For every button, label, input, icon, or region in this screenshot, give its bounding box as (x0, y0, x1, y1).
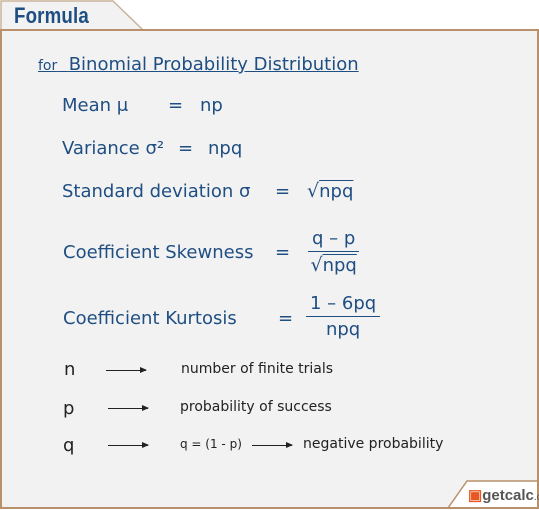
kurtosis-fraction: 1 – 6pq npq (306, 293, 381, 340)
skewness-eq: = (275, 242, 291, 263)
mean-label: Mean μ (62, 95, 129, 116)
variance-label: Variance σ² (62, 138, 165, 159)
getcalc-logo: ▣getcalc.com (468, 487, 539, 504)
kurtosis-numerator: 1 – 6pq (306, 293, 381, 317)
legend-symbol-n: n (64, 359, 76, 380)
skewness-label: Coefficient Skewness (63, 242, 254, 263)
header-title: Formula (14, 3, 89, 28)
legend-symbol-p: p (63, 398, 75, 419)
variance-eq: = (178, 138, 194, 159)
sd-eq: = (275, 181, 291, 202)
root-icon: √ (307, 180, 320, 202)
skewness-radicand: npq (322, 255, 357, 276)
sd-label: Standard deviation σ (62, 181, 251, 202)
mean-rhs: np (200, 95, 223, 116)
variance-rhs: npq (208, 138, 243, 159)
kurtosis-denominator: npq (325, 319, 361, 340)
skewness-fraction: q – p √npq (308, 228, 360, 276)
arrow-right-icon (252, 442, 293, 448)
sd-radicand: npq (319, 181, 354, 202)
arrow-right-icon (108, 442, 149, 448)
subtitle-prefix: for (38, 58, 58, 74)
subtitle: for Binomial Probability Distribution (38, 54, 359, 75)
skewness-numerator: q – p (308, 228, 360, 252)
legend-text-p: probability of success (180, 399, 332, 415)
kurtosis-label: Coefficient Kurtosis (63, 308, 237, 329)
legend-symbol-q: q (63, 435, 75, 456)
legend-text-n: number of finite trials (181, 361, 334, 377)
legend-text-q2: negative probability (303, 436, 444, 452)
arrow-right-icon (106, 367, 147, 373)
mean-eq: = (168, 95, 184, 116)
root-icon: √ (310, 254, 323, 276)
kurtosis-eq: = (278, 308, 294, 329)
skewness-denominator: √npq (308, 252, 359, 276)
sd-rhs: √npq (307, 180, 353, 202)
legend-text-q: q = (1 - p) (180, 437, 242, 451)
arrow-right-icon (108, 405, 149, 411)
subtitle-text: Binomial Probability Distribution (68, 54, 359, 75)
